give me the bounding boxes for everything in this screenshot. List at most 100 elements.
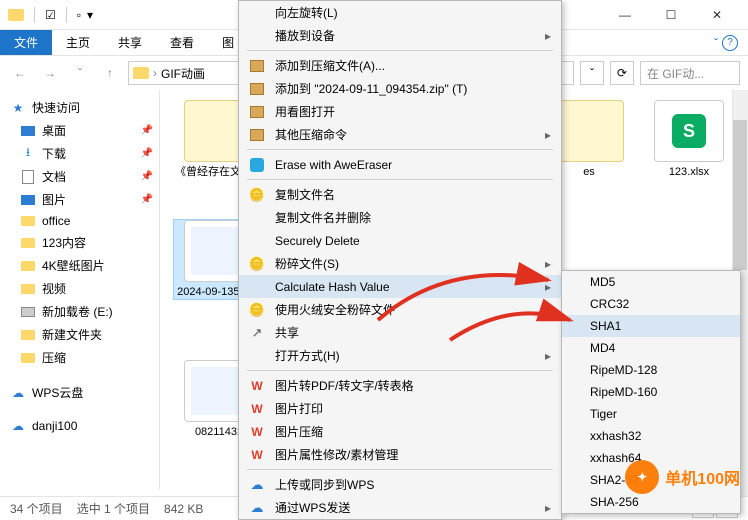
submenu-item-RipeMD-160[interactable]: RipeMD-160 [562,381,740,403]
menu-item-SecurelyDelete[interactable]: Securely Delete [239,229,561,252]
file-label: es [583,166,595,179]
submenu-item-SHA1[interactable]: SHA1 [562,315,740,337]
sidebar-item-桌面[interactable]: 桌面📌 [0,119,159,142]
menu-item-[interactable]: 🪙使用火绒安全粉碎文件▸ [239,298,561,321]
sidebar-item-新建文件夹[interactable]: 新建文件夹 [0,323,159,346]
sidebar-item-4K壁纸图片[interactable]: 4K壁纸图片 [0,254,159,277]
pin-icon: 📌 [141,148,153,159]
menu-item-[interactable]: W图片打印 [239,397,561,420]
submenu-item-Tiger[interactable]: Tiger [562,403,740,425]
menu-item-PDF[interactable]: W图片转PDF/转文字/转表格 [239,374,561,397]
breadcrumb-current[interactable]: GIF动画 [161,65,205,82]
tab-home[interactable]: 主页 [52,30,104,55]
submenu-item-label: xxhash32 [590,429,641,443]
sidebar-item-下载[interactable]: ⭳下载📌 [0,142,159,165]
sidebar-item-文档[interactable]: 文档 📌 [0,165,159,188]
submenu-item-RipeMD-128[interactable]: RipeMD-128 [562,359,740,381]
back-button[interactable]: ← [8,61,32,85]
close-button[interactable]: ✕ [694,0,740,30]
pin-icon: 📌 [141,171,153,182]
sidebar-item-label: danji100 [32,419,77,433]
sidebar-item-快速访问[interactable]: ★快速访问 [0,96,159,119]
bar-icon[interactable]: ▾ [87,8,93,22]
maximize-button[interactable]: ☐ [648,0,694,30]
menu-item-ErasewithAweEraser[interactable]: Erase with AweEraser [239,153,561,176]
menu-item-[interactable]: 用看图打开 [239,100,561,123]
save-icon[interactable]: ▫ [77,8,81,22]
history-dropdown[interactable]: ˇ [68,61,92,85]
submenu-item-label: CRC32 [590,297,629,311]
refresh-button[interactable]: ⟳ [610,61,634,85]
minimize-button[interactable]: — [602,0,648,30]
wps-icon: W [247,377,267,395]
submenu-item-label: MD5 [590,275,615,289]
sidebar-item-压缩[interactable]: 压缩 [0,346,159,369]
address-dropdown[interactable]: ˇ [580,61,604,85]
menu-item-[interactable]: 🪙复制文件名 [239,183,561,206]
tab-file[interactable]: 文件 [0,30,52,55]
watermark: ✦ 单机100网 [625,460,740,494]
menu-item-[interactable]: 复制文件名并删除 [239,206,561,229]
archive-icon [247,80,267,98]
blank-icon [247,4,267,22]
sidebar-item-123内容[interactable]: 123内容 [0,231,159,254]
sidebar-item-label: 桌面 [42,122,66,139]
menu-item-H[interactable]: 打开方式(H)▸ [239,344,561,367]
sidebar-item-label: 4K壁纸图片 [42,257,105,274]
tab-view[interactable]: 查看 [156,30,208,55]
menu-item-CalculateHashValue[interactable]: Calculate Hash Value▸ [239,275,561,298]
menu-item-L[interactable]: 向左旋转(L) [239,1,561,24]
archive-icon [247,57,267,75]
file-item[interactable]: S123.xlsx [644,100,734,179]
forward-button[interactable]: → [38,61,62,85]
folder2-icon [20,351,36,365]
menu-item-label: 上传或同步到WPS [275,476,374,493]
sidebar-item-label: 文档 [42,168,66,185]
menu-item-A[interactable]: 添加到压缩文件(A)... [239,54,561,77]
menu-item-S[interactable]: 🪙粉碎文件(S)▸ [239,252,561,275]
sidebar-item-图片[interactable]: 图片📌 [0,188,159,211]
chevron-right-icon: ▸ [545,29,551,43]
sidebar-item-新加载卷 (E:)[interactable]: 新加载卷 (E:) [0,300,159,323]
coin-icon: 🪙 [247,255,267,273]
help-icon[interactable]: ? [722,35,738,51]
doc-icon [20,170,36,184]
menu-item-[interactable]: ↗共享 [239,321,561,344]
file-label: 08211432 [195,426,243,439]
menu-item-20240911_094354zipT[interactable]: 添加到 "2024-09-11_094354.zip" (T) [239,77,561,100]
submenu-item-label: MD4 [590,341,615,355]
cloud-icon: ☁ [247,499,267,517]
submenu-item-MD5[interactable]: MD5 [562,271,740,293]
sidebar-item-office[interactable]: office [0,211,159,231]
chevron-right-icon: ▸ [545,303,551,317]
search-input[interactable]: 在 GIF动... [640,61,740,85]
submenu-item-CRC32[interactable]: CRC32 [562,293,740,315]
sidebar-item-wps[interactable]: ☁WPS云盘 [0,381,159,404]
up-button[interactable]: ↑ [98,61,122,85]
ribbon-collapse-icon[interactable]: ˇ [714,36,718,50]
menu-item-label: 复制文件名 [275,186,335,203]
sidebar-item-danji[interactable]: ☁danji100 [0,416,159,436]
submenu-item-SHA-256[interactable]: SHA-256 [562,491,740,513]
menu-item-[interactable]: W图片属性修改/素材管理 [239,443,561,466]
sidebar-item-label: 视频 [42,280,66,297]
sidebar-item-label: WPS云盘 [32,384,83,401]
blank-icon [247,347,267,365]
submenu-item-xxhash32[interactable]: xxhash32 [562,425,740,447]
sidebar-item-视频[interactable]: 视频 [0,277,159,300]
menu-item-[interactable]: 其他压缩命令▸ [239,123,561,146]
menu-item-label: 其他压缩命令 [275,126,347,143]
menu-item-label: 播放到设备 [275,27,335,44]
submenu-item-label: RipeMD-128 [590,363,657,377]
scrollbar-thumb[interactable] [733,120,747,270]
menu-item-WPS[interactable]: ☁通过WPS发送▸ [239,496,561,519]
menu-item-label: Erase with AweEraser [275,158,392,172]
menu-item-[interactable]: W图片压缩 [239,420,561,443]
erase-icon [247,156,267,174]
submenu-item-MD4[interactable]: MD4 [562,337,740,359]
blank-icon [247,27,267,45]
checkbox-icon[interactable]: ☑ [45,8,56,22]
menu-item-[interactable]: 播放到设备 ▸ [239,24,561,47]
tab-share[interactable]: 共享 [104,30,156,55]
menu-item-WPS[interactable]: ☁上传或同步到WPS [239,473,561,496]
